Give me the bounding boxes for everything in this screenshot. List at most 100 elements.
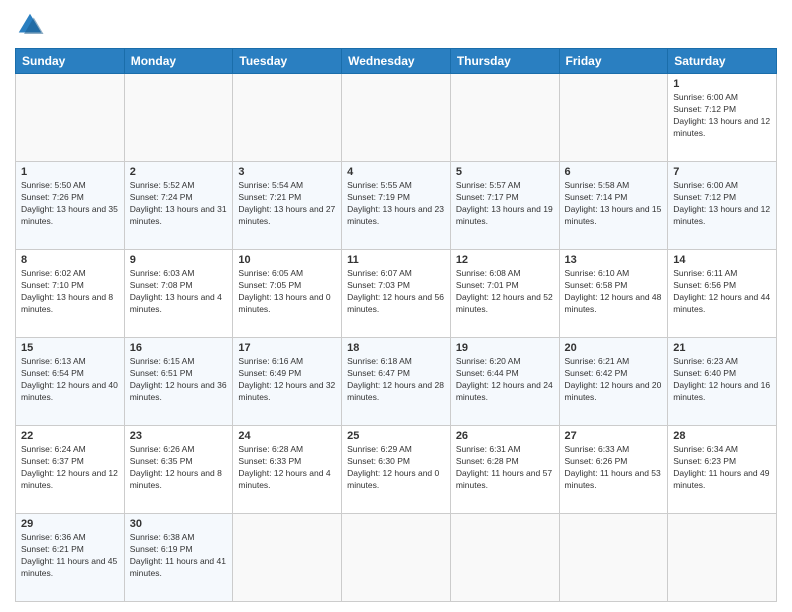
col-tuesday: Tuesday — [233, 49, 342, 74]
calendar-cell: 18 Sunrise: 6:18 AMSunset: 6:47 PMDayligh… — [342, 338, 451, 426]
day-number: 23 — [130, 430, 228, 442]
col-thursday: Thursday — [450, 49, 559, 74]
day-number: 25 — [347, 430, 445, 442]
cell-info: Sunrise: 6:07 AMSunset: 7:03 PMDaylight:… — [347, 268, 444, 314]
cell-info: Sunrise: 6:38 AMSunset: 6:19 PMDaylight:… — [130, 532, 226, 578]
cell-info: Sunrise: 6:34 AMSunset: 6:23 PMDaylight:… — [673, 444, 769, 490]
calendar-cell: 10 Sunrise: 6:05 AMSunset: 7:05 PMDayligh… — [233, 250, 342, 338]
calendar-cell: 2 Sunrise: 5:52 AMSunset: 7:24 PMDaylight… — [124, 162, 233, 250]
calendar-cell — [124, 74, 233, 162]
day-number: 1 — [21, 166, 119, 178]
cell-info: Sunrise: 5:57 AMSunset: 7:17 PMDaylight:… — [456, 180, 553, 226]
day-number: 19 — [456, 342, 554, 354]
calendar-table: Sunday Monday Tuesday Wednesday Thursday… — [15, 48, 777, 602]
calendar-week-1: 1 Sunrise: 5:50 AMSunset: 7:26 PMDaylight… — [16, 162, 777, 250]
cell-info: Sunrise: 6:28 AMSunset: 6:33 PMDaylight:… — [238, 444, 330, 490]
cell-info: Sunrise: 5:54 AMSunset: 7:21 PMDaylight:… — [238, 180, 335, 226]
calendar-cell: 23 Sunrise: 6:26 AMSunset: 6:35 PMDayligh… — [124, 426, 233, 514]
calendar-cell: 27 Sunrise: 6:33 AMSunset: 6:26 PMDayligh… — [559, 426, 668, 514]
calendar-cell: 1 Sunrise: 5:50 AMSunset: 7:26 PMDaylight… — [16, 162, 125, 250]
calendar-cell — [450, 74, 559, 162]
cell-info: Sunrise: 6:29 AMSunset: 6:30 PMDaylight:… — [347, 444, 439, 490]
day-number: 7 — [673, 166, 771, 178]
cell-info: Sunrise: 6:18 AMSunset: 6:47 PMDaylight:… — [347, 356, 444, 402]
day-number: 5 — [456, 166, 554, 178]
cell-info: Sunrise: 6:05 AMSunset: 7:05 PMDaylight:… — [238, 268, 330, 314]
day-number: 16 — [130, 342, 228, 354]
cell-info: Sunrise: 5:52 AMSunset: 7:24 PMDaylight:… — [130, 180, 227, 226]
cell-info: Sunrise: 5:55 AMSunset: 7:19 PMDaylight:… — [347, 180, 444, 226]
day-number: 18 — [347, 342, 445, 354]
calendar-week-2: 8Sunrise: 6:02 AMSunset: 7:10 PMDaylight… — [16, 250, 777, 338]
day-number: 6 — [565, 166, 663, 178]
calendar-cell: 6Sunrise: 5:58 AMSunset: 7:14 PMDaylight… — [559, 162, 668, 250]
calendar-cell: 7 Sunrise: 6:00 AMSunset: 7:12 PMDaylight… — [668, 162, 777, 250]
cell-info: Sunrise: 6:23 AMSunset: 6:40 PMDaylight:… — [673, 356, 770, 402]
day-number: 2 — [130, 166, 228, 178]
day-number: 24 — [238, 430, 336, 442]
cell-info: Sunrise: 6:15 AMSunset: 6:51 PMDaylight:… — [130, 356, 227, 402]
cell-info: Sunrise: 5:50 AMSunset: 7:26 PMDaylight:… — [21, 180, 118, 226]
calendar-cell: 13 Sunrise: 6:10 AMSunset: 6:58 PMDayligh… — [559, 250, 668, 338]
calendar-cell: 1 Sunrise: 6:00 AMSunset: 7:12 PMDaylight… — [668, 74, 777, 162]
calendar-cell: 8Sunrise: 6:02 AMSunset: 7:10 PMDaylight… — [16, 250, 125, 338]
day-number: 28 — [673, 430, 771, 442]
calendar-cell — [450, 514, 559, 602]
logo — [15, 10, 49, 40]
cell-info: Sunrise: 6:00 AMSunset: 7:12 PMDaylight:… — [673, 180, 770, 226]
day-number: 4 — [347, 166, 445, 178]
calendar-week-5: 29Sunrise: 6:36 AMSunset: 6:21 PMDayligh… — [16, 514, 777, 602]
calendar-cell: 24 Sunrise: 6:28 AMSunset: 6:33 PMDayligh… — [233, 426, 342, 514]
calendar-cell — [342, 74, 451, 162]
calendar-cell: 26 Sunrise: 6:31 AMSunset: 6:28 PMDayligh… — [450, 426, 559, 514]
cell-info: Sunrise: 6:02 AMSunset: 7:10 PMDaylight:… — [21, 268, 113, 314]
calendar-cell — [559, 514, 668, 602]
calendar-cell: 15Sunrise: 6:13 AMSunset: 6:54 PMDayligh… — [16, 338, 125, 426]
cell-info: Sunrise: 6:03 AMSunset: 7:08 PMDaylight:… — [130, 268, 222, 314]
day-number: 17 — [238, 342, 336, 354]
calendar-cell — [668, 514, 777, 602]
cell-info: Sunrise: 6:08 AMSunset: 7:01 PMDaylight:… — [456, 268, 553, 314]
calendar-cell: 17 Sunrise: 6:16 AMSunset: 6:49 PMDayligh… — [233, 338, 342, 426]
calendar-cell: 3 Sunrise: 5:54 AMSunset: 7:21 PMDaylight… — [233, 162, 342, 250]
calendar-page: Sunday Monday Tuesday Wednesday Thursday… — [0, 0, 792, 612]
header — [15, 10, 777, 40]
calendar-cell: 11 Sunrise: 6:07 AMSunset: 7:03 PMDayligh… — [342, 250, 451, 338]
day-number: 30 — [130, 518, 228, 530]
col-wednesday: Wednesday — [342, 49, 451, 74]
calendar-week-3: 15Sunrise: 6:13 AMSunset: 6:54 PMDayligh… — [16, 338, 777, 426]
cell-info: Sunrise: 6:26 AMSunset: 6:35 PMDaylight:… — [130, 444, 222, 490]
day-number: 13 — [565, 254, 663, 266]
calendar-week-0: 1 Sunrise: 6:00 AMSunset: 7:12 PMDaylight… — [16, 74, 777, 162]
cell-info: Sunrise: 6:13 AMSunset: 6:54 PMDaylight:… — [21, 356, 118, 402]
cell-info: Sunrise: 6:31 AMSunset: 6:28 PMDaylight:… — [456, 444, 552, 490]
day-number: 22 — [21, 430, 119, 442]
col-saturday: Saturday — [668, 49, 777, 74]
calendar-cell — [233, 514, 342, 602]
day-number: 20 — [565, 342, 663, 354]
cell-info: Sunrise: 6:10 AMSunset: 6:58 PMDaylight:… — [565, 268, 662, 314]
cell-info: Sunrise: 6:33 AMSunset: 6:26 PMDaylight:… — [565, 444, 661, 490]
day-number: 27 — [565, 430, 663, 442]
calendar-cell: 4 Sunrise: 5:55 AMSunset: 7:19 PMDaylight… — [342, 162, 451, 250]
calendar-header-row: Sunday Monday Tuesday Wednesday Thursday… — [16, 49, 777, 74]
day-number: 26 — [456, 430, 554, 442]
day-number: 10 — [238, 254, 336, 266]
cell-info: Sunrise: 6:11 AMSunset: 6:56 PMDaylight:… — [673, 268, 770, 314]
cell-info: Sunrise: 6:21 AMSunset: 6:42 PMDaylight:… — [565, 356, 662, 402]
calendar-cell: 9Sunrise: 6:03 AMSunset: 7:08 PMDaylight… — [124, 250, 233, 338]
day-number: 29 — [21, 518, 119, 530]
calendar-cell: 14 Sunrise: 6:11 AMSunset: 6:56 PMDayligh… — [668, 250, 777, 338]
cell-info: Sunrise: 6:16 AMSunset: 6:49 PMDaylight:… — [238, 356, 335, 402]
calendar-cell: 5 Sunrise: 5:57 AMSunset: 7:17 PMDaylight… — [450, 162, 559, 250]
cell-info: Sunrise: 6:00 AMSunset: 7:12 PMDaylight:… — [673, 92, 770, 138]
calendar-cell: 25 Sunrise: 6:29 AMSunset: 6:30 PMDayligh… — [342, 426, 451, 514]
day-number: 14 — [673, 254, 771, 266]
calendar-cell: 29Sunrise: 6:36 AMSunset: 6:21 PMDayligh… — [16, 514, 125, 602]
calendar-cell: 20 Sunrise: 6:21 AMSunset: 6:42 PMDayligh… — [559, 338, 668, 426]
day-number: 3 — [238, 166, 336, 178]
day-number: 1 — [673, 78, 771, 90]
day-number: 11 — [347, 254, 445, 266]
day-number: 21 — [673, 342, 771, 354]
calendar-cell — [233, 74, 342, 162]
